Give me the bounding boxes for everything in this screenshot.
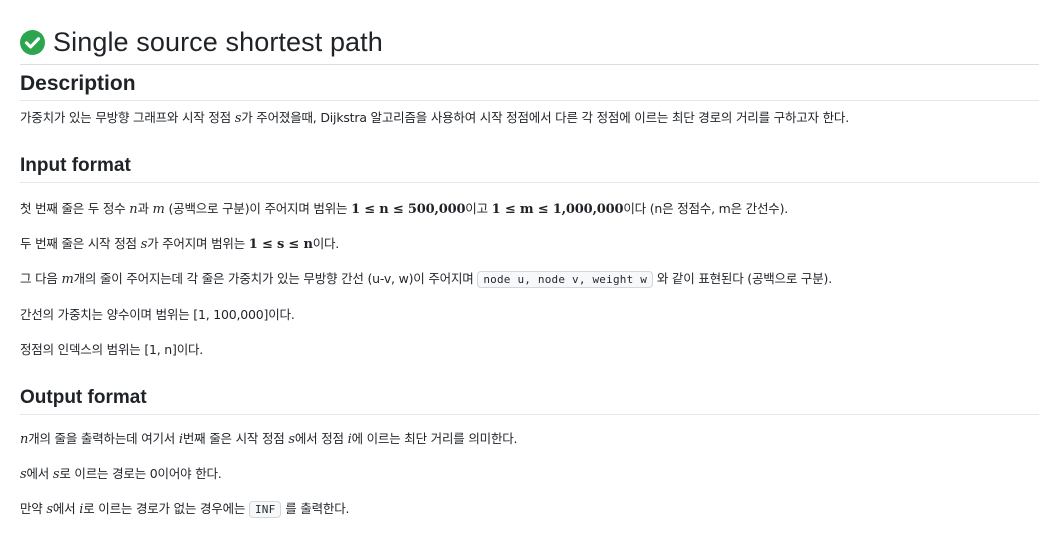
- math-range: 1 ≤ n ≤ 500,000: [351, 202, 466, 217]
- input-line-1: 첫 번째 줄은 두 정수 n과 m (공백으로 구분)이 주어지며 범위는 1 …: [20, 201, 789, 217]
- input-line-3: 그 다음 m개의 줄이 주어지는데 각 줄은 가중치가 있는 무방향 간선 (u…: [20, 271, 832, 288]
- description-text: 가중치가 있는 무방향 그래프와 시작 정점 s가 주어졌을때, Dijkstr…: [20, 110, 850, 126]
- math-range: 1 ≤ s ≤ n: [248, 237, 313, 252]
- inline-code: INF: [248, 501, 282, 518]
- output-format-section-header: Output format: [20, 384, 1039, 415]
- input-line-4: 간선의 가중치는 양수이며 범위는 [1, 100,000]이다.: [20, 307, 295, 322]
- output-line-2: s에서 s로 이르는 경로는 0이어야 한다.: [20, 466, 222, 482]
- description-section-header: Description: [20, 70, 1039, 101]
- title-bar: Single source shortest path: [20, 26, 1039, 65]
- input-line-2: 두 번째 줄은 시작 정점 s가 주어지며 범위는 1 ≤ s ≤ n이다.: [20, 236, 340, 252]
- input-line-5: 정점의 인덱스의 범위는 [1, n]이다.: [20, 342, 204, 357]
- problem-page: Single source shortest path Description …: [0, 0, 1039, 537]
- output-line-1: n개의 줄을 출력하는데 여기서 i번째 줄은 시작 정점 s에서 정점 i에 …: [20, 431, 518, 447]
- check-circle-icon: [20, 30, 45, 55]
- input-format-section-header: Input format: [20, 152, 1039, 183]
- output-format-heading: Output format: [20, 387, 147, 408]
- description-heading: Description: [20, 72, 136, 95]
- input-format-heading: Input format: [20, 155, 131, 176]
- page-title: Single source shortest path: [53, 27, 383, 57]
- output-line-3: 만약 s에서 i로 이르는 경로가 없는 경우에는 INF 를 출력한다.: [20, 501, 350, 518]
- inline-code: node u, node v, weight w: [477, 271, 654, 288]
- math-range: 1 ≤ m ≤ 1,000,000: [491, 202, 624, 217]
